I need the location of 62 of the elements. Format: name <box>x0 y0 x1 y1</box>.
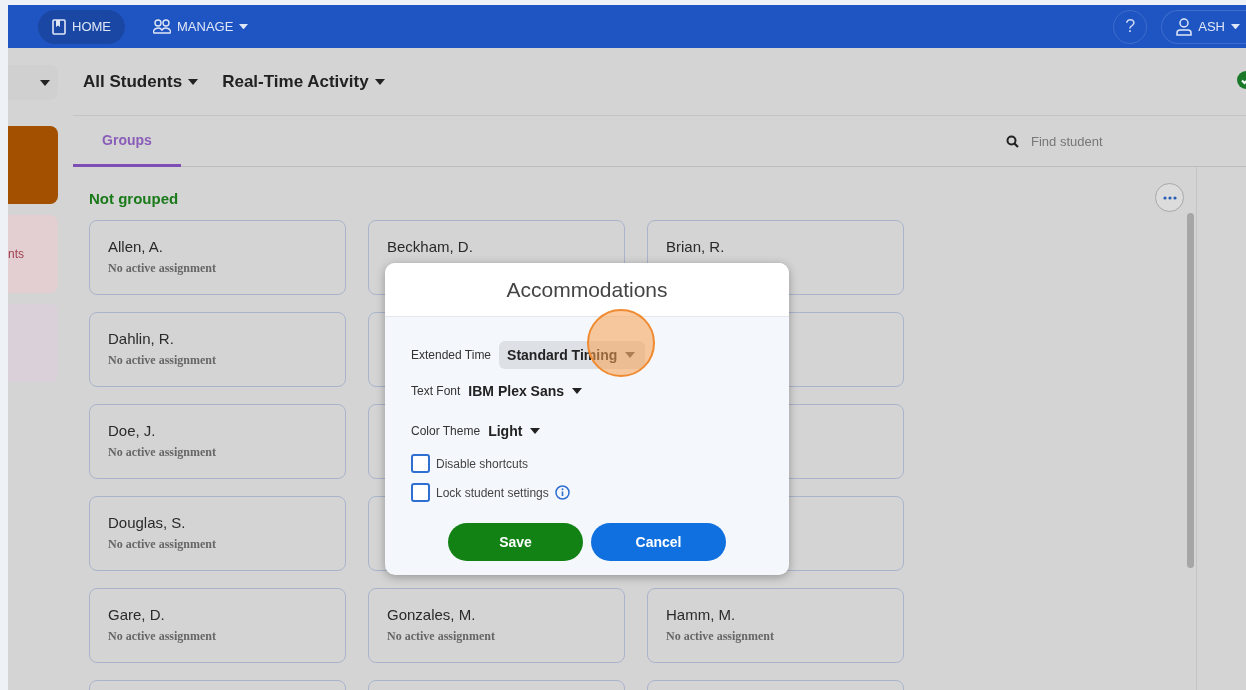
checkbox[interactable] <box>411 483 430 502</box>
sidebar-card[interactable] <box>8 126 58 204</box>
student-name: Hamm, M. <box>666 606 737 623</box>
caret-icon <box>374 78 385 85</box>
section-title: Not grouped <box>89 190 179 207</box>
caret-icon <box>40 79 50 86</box>
student-name: Gare, D. <box>108 606 166 623</box>
student-name: Beckham, D. <box>387 238 474 255</box>
more-button[interactable] <box>1155 183 1184 212</box>
field-label: Text Font <box>411 384 461 398</box>
scrollbar-thumb[interactable] <box>1186 213 1194 568</box>
user-icon <box>1176 17 1193 36</box>
student-name: Brian, R. <box>666 238 726 255</box>
sidebar-card[interactable] <box>8 304 58 382</box>
dropdown-button[interactable] <box>8 65 58 100</box>
dialog-title: Accommodations <box>385 263 789 317</box>
checkbox[interactable] <box>411 454 430 473</box>
caret-icon <box>572 388 583 394</box>
caret-icon <box>625 352 636 358</box>
select-dropdown[interactable]: IBM Plex Sans <box>468 377 593 405</box>
field-label: Extended Time <box>411 348 492 362</box>
info-icon[interactable] <box>554 485 570 500</box>
card-label: nts <box>8 247 24 261</box>
search-field[interactable]: Find student <box>1029 132 1213 150</box>
caret-icon <box>530 428 541 434</box>
book-icon <box>52 18 66 35</box>
assignment-status: No active assignment <box>387 629 496 644</box>
assignment-status: No active assignment <box>108 537 217 552</box>
assignment-status: No active assignment <box>108 445 217 460</box>
assignment-status: No active assignment <box>108 261 217 276</box>
caret-icon <box>188 78 199 85</box>
select-dropdown[interactable]: Light <box>488 417 551 445</box>
people-icon <box>153 18 171 35</box>
checkbox-label: Lock student settings <box>436 485 549 500</box>
nav-button[interactable]: MANAGE <box>139 9 263 44</box>
assignment-status: No active assignment <box>108 629 217 644</box>
filter-dropdown[interactable]: Real-Time Activity <box>222 71 385 92</box>
sidebar-card[interactable]: nts <box>8 215 58 293</box>
student-name: Gonzales, M. <box>387 606 477 623</box>
checkbox-label: Disable shortcuts <box>436 456 529 471</box>
nav-button[interactable]: HOME <box>38 9 125 44</box>
student-name: Douglas, S. <box>108 514 187 531</box>
student-card[interactable]: Hamm, M. No active assignment <box>647 588 904 663</box>
student-card[interactable]: Allen, A. No active assignment <box>89 220 346 295</box>
more-icon <box>1162 195 1177 200</box>
caret-icon <box>1231 23 1240 30</box>
dialog-button[interactable]: Cancel <box>591 523 726 561</box>
select-dropdown[interactable]: Standard Timing <box>499 341 646 369</box>
student-name: Dahlin, R. <box>108 330 175 347</box>
assignment-status: No active assignment <box>666 629 775 644</box>
filter-dropdown[interactable]: All Students <box>83 71 199 92</box>
student-name: Doe, J. <box>108 422 157 439</box>
field-label: Color Theme <box>411 424 481 438</box>
student-card[interactable]: Dahlin, R. No active assignment <box>89 312 346 387</box>
dialog-button[interactable]: Save <box>448 523 583 561</box>
student-card[interactable]: Doe, J. No active assignment <box>89 404 346 479</box>
student-name: Allen, A. <box>108 238 165 255</box>
assignment-status: No active assignment <box>108 353 217 368</box>
student-card[interactable]: Gare, D. No active assignment <box>89 588 346 663</box>
student-card[interactable]: Gonzales, M. No active assignment <box>368 588 625 663</box>
search-icon <box>1006 134 1019 148</box>
student-card[interactable]: Douglas, S. No active assignment <box>89 496 346 571</box>
